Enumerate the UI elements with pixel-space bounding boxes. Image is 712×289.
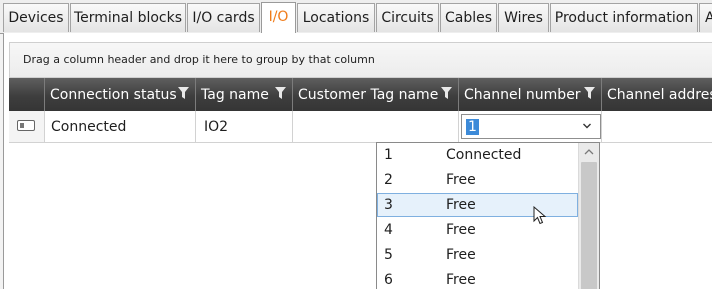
cell-tag-name[interactable]: IO2 — [196, 111, 293, 142]
option-number: 2 — [384, 172, 393, 188]
cell-customer-tag-name[interactable] — [293, 111, 459, 142]
column-header-tag-name[interactable]: Tag name — [196, 78, 293, 111]
column-header-label: Connection status — [50, 87, 177, 103]
tab-circuits[interactable]: Circuits — [376, 3, 439, 32]
tab-overflow[interactable]: A — [699, 3, 712, 32]
column-header-customer-tag-name[interactable]: Customer Tag name — [293, 78, 459, 111]
column-header-label: Channel number — [464, 87, 581, 103]
tab-io-cards[interactable]: I/O cards — [187, 3, 260, 32]
option-status: Free — [446, 197, 476, 213]
dropdown-scrollbar[interactable] — [578, 143, 599, 289]
option-number: 6 — [384, 272, 393, 288]
dropdown-option[interactable]: 4 Free — [377, 218, 578, 242]
dropdown-option[interactable]: 5 Free — [377, 243, 578, 267]
option-number: 1 — [384, 147, 393, 163]
option-status: Free — [446, 247, 476, 263]
option-number: 5 — [384, 247, 393, 263]
funnel-icon[interactable] — [441, 87, 452, 99]
option-status: Free — [446, 222, 476, 238]
dropdown-option[interactable]: 1 Connected — [377, 143, 578, 167]
column-header-label: Customer Tag name — [298, 87, 439, 103]
column-header-channel-number[interactable]: Channel number — [459, 78, 602, 111]
cell-channel-address[interactable] — [602, 111, 712, 142]
channel-number-dropdown[interactable]: 1 Connected 2 Free 3 Free 4 Free 5 Free … — [376, 142, 600, 289]
header-indicator-cell — [9, 78, 45, 111]
group-by-area[interactable]: Drag a column header and drop it here to… — [9, 42, 712, 78]
tab-product-information[interactable]: Product information — [550, 3, 698, 32]
chevron-down-icon[interactable] — [582, 120, 592, 132]
option-status: Free — [446, 272, 476, 288]
option-status: Connected — [446, 147, 522, 163]
tab-wires[interactable]: Wires — [498, 3, 549, 32]
grid-header: Connection status Tag name Customer Tag … — [9, 78, 712, 111]
option-number: 4 — [384, 222, 393, 238]
tab-devices[interactable]: Devices — [3, 3, 69, 32]
dropdown-option-highlighted[interactable]: 3 Free — [377, 193, 578, 217]
column-header-label: Tag name — [201, 87, 269, 103]
dropdown-option[interactable]: 6 Free — [377, 268, 578, 289]
channel-number-combobox[interactable]: 1 — [461, 114, 601, 139]
table-row[interactable]: Connected IO2 — [9, 111, 712, 143]
funnel-icon[interactable] — [178, 87, 189, 99]
tab-locations[interactable]: Locations — [297, 3, 375, 32]
tab-terminal-blocks[interactable]: Terminal blocks — [70, 3, 186, 32]
option-status: Free — [446, 172, 476, 188]
funnel-icon[interactable] — [275, 87, 286, 99]
row-indicator-cell[interactable] — [9, 111, 45, 142]
column-header-label: Channel address — [607, 87, 712, 103]
row-edit-icon — [17, 120, 35, 131]
cell-connection-status[interactable]: Connected — [45, 111, 196, 142]
column-header-channel-address[interactable]: Channel address — [602, 78, 712, 111]
mouse-pointer-icon — [533, 206, 547, 225]
channel-number-value: 1 — [466, 119, 479, 135]
funnel-icon[interactable] — [584, 87, 595, 99]
scrollbar-thumb[interactable] — [581, 162, 597, 289]
tab-cables[interactable]: Cables — [440, 3, 497, 32]
chevron-up-icon[interactable] — [583, 147, 595, 157]
column-header-connection-status[interactable]: Connection status — [45, 78, 196, 111]
option-number: 3 — [384, 197, 393, 213]
tab-io[interactable]: I/O — [261, 2, 296, 34]
dropdown-option[interactable]: 2 Free — [377, 168, 578, 192]
tab-strip: Devices Terminal blocks I/O cards I/O Lo… — [0, 0, 712, 34]
